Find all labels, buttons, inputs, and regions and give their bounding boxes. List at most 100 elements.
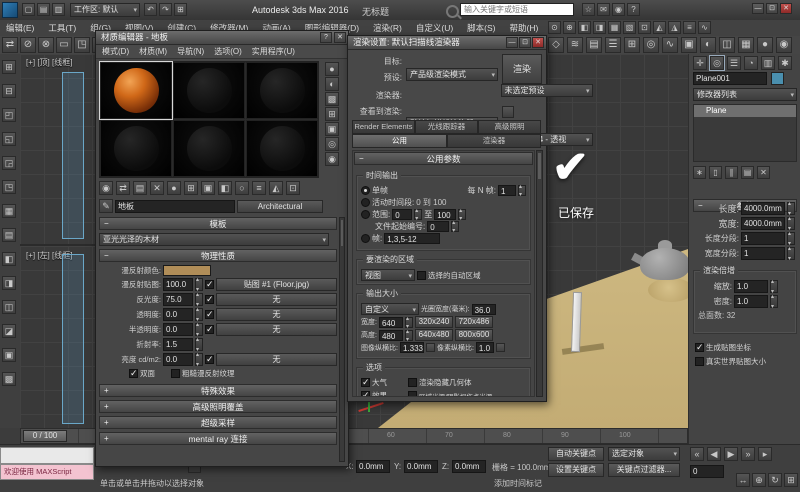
layout-tab-icon[interactable]: ◱ [2, 132, 16, 146]
single-frame-radio[interactable] [361, 186, 370, 195]
sample-type-icon[interactable]: ● [325, 62, 339, 76]
diffuse-map-spinner[interactable] [195, 278, 203, 291]
layout-tab-icon[interactable]: ◫ [2, 300, 16, 314]
density-spinner[interactable] [770, 295, 778, 308]
add-time-tag[interactable]: 添加时间标记 [494, 478, 542, 489]
image-aspect-lock-icon[interactable] [426, 343, 435, 352]
material-sample-slot[interactable] [173, 62, 245, 119]
maxscript-listener-white[interactable] [0, 447, 94, 464]
layout-tab-icon[interactable]: ▦ [2, 204, 16, 218]
minimize-dialog-icon[interactable] [506, 37, 518, 48]
z-coord-field[interactable]: 0.0mm [452, 460, 486, 473]
frames-field[interactable]: 1,3,5-12 [384, 233, 440, 244]
generate-uv-checkbox[interactable] [695, 343, 704, 352]
put-to-library-icon[interactable]: ⊞ [184, 181, 198, 195]
messages-icon[interactable]: ✉ [597, 3, 610, 16]
utilities-tab-icon[interactable]: ✱ [778, 56, 792, 70]
percent-snap-icon[interactable]: ◧ [578, 21, 591, 34]
length-segs-spinner[interactable] [787, 232, 795, 245]
display-tab-icon[interactable]: ▥ [761, 56, 775, 70]
angle-snap-icon[interactable]: ⊕ [563, 21, 576, 34]
menu-edit[interactable]: 编辑(E) [0, 20, 40, 36]
align-tool-icon[interactable]: ▤ [586, 37, 602, 53]
curve-editor-icon[interactable]: ∿ [698, 21, 711, 34]
menu-tools[interactable]: 工具(T) [42, 20, 82, 36]
x-coord-field[interactable]: 0.0mm [356, 460, 390, 473]
make-unique-material-icon[interactable]: ● [167, 181, 181, 195]
minimize-window-icon[interactable] [752, 3, 764, 14]
layout-tab-icon[interactable]: ⊟ [2, 84, 16, 98]
menu-navigation[interactable]: 导航(N) [173, 45, 208, 58]
tab-renderer[interactable]: 渲染器 [447, 134, 541, 148]
object-name-field[interactable]: Plane001 [693, 72, 767, 85]
render-setup-titlebar[interactable]: 渲染设置: 默认扫描线渲染器 [348, 36, 546, 50]
material-sample-slot[interactable] [246, 120, 318, 177]
pin-stack-icon[interactable]: ∗ [693, 166, 706, 179]
video-color-check-icon[interactable]: ▣ [325, 122, 339, 136]
show-end-result-icon[interactable]: ▯ [709, 166, 722, 179]
diffuse-map-checkbox[interactable] [205, 280, 214, 289]
width-spinner[interactable] [787, 217, 795, 230]
layout-tab-icon[interactable]: ◳ [2, 180, 16, 194]
render-setup-icon[interactable]: ◐ [700, 37, 716, 53]
menu-scripting[interactable]: 脚本(S) [461, 20, 501, 36]
output-height-spinner[interactable] [405, 330, 413, 341]
go-end-icon[interactable]: ▸ [758, 447, 772, 461]
object-color-swatch[interactable] [771, 72, 784, 85]
every-n-field[interactable]: 1 [498, 185, 516, 196]
output-width-field[interactable]: 640 [379, 317, 403, 328]
project-folder-icon[interactable]: ⊞ [174, 3, 187, 16]
translucency-map-button[interactable]: 无 [216, 323, 337, 336]
layout-tab-icon[interactable]: ▩ [2, 372, 16, 386]
range-from-field[interactable]: 0 [392, 209, 412, 220]
go-to-parent-icon[interactable]: ≡ [252, 181, 266, 195]
show-map-viewport-icon[interactable]: ◧ [218, 181, 232, 195]
aperture-field[interactable]: 36.0 [472, 304, 496, 315]
special-effects-rollout-header[interactable]: 特殊效果 [99, 384, 337, 397]
render-quick-icon[interactable]: ◉ [776, 37, 792, 53]
layout-tab-icon[interactable]: ▤ [2, 228, 16, 242]
modifier-stack[interactable]: Plane [693, 104, 797, 162]
shininess-field[interactable]: 75.0 [163, 293, 193, 306]
luminance-field[interactable]: 0.0 [163, 353, 193, 366]
configure-modifier-sets-icon[interactable]: ▤ [741, 166, 754, 179]
render-iterative-icon[interactable]: ● [757, 37, 773, 53]
menu-rendering[interactable]: 渲染(R) [367, 20, 408, 36]
go-start-icon[interactable]: « [690, 447, 704, 461]
prev-frame-icon[interactable]: ◀ [707, 447, 721, 461]
scene-explorer-icon[interactable]: ☰ [605, 37, 621, 53]
material-sample-slot[interactable] [100, 120, 172, 177]
diffuse-color-swatch[interactable] [163, 265, 211, 276]
make-unique-icon[interactable]: ∥ [725, 166, 738, 179]
rendered-frame-icon[interactable]: ◫ [719, 37, 735, 53]
output-height-field[interactable]: 480 [379, 330, 403, 341]
translucency-field[interactable]: 0.0 [163, 323, 193, 336]
image-aspect-field[interactable]: 1.333 [400, 342, 424, 353]
render-setup-scrollbar[interactable] [536, 150, 543, 397]
open-file-icon[interactable]: ▤ [37, 3, 50, 16]
range-to-spinner[interactable] [458, 209, 466, 220]
auto-region-checkbox[interactable] [417, 271, 426, 280]
preset-640x480-button[interactable]: 640x480 [415, 329, 453, 341]
unlink-icon[interactable]: ⊘ [20, 37, 36, 53]
go-forward-sibling-icon[interactable]: ◭ [269, 181, 283, 195]
translucency-spinner[interactable] [195, 323, 203, 336]
preset-320x240-button[interactable]: 320x240 [415, 316, 453, 328]
luminance-checkbox[interactable] [205, 355, 214, 364]
two-sided-checkbox[interactable] [129, 369, 138, 378]
selection-set-dropdown[interactable]: 选定对象 [608, 447, 680, 461]
layout-tab-icon[interactable]: ⊞ [2, 60, 16, 74]
current-frame-field[interactable]: 0 [690, 465, 724, 478]
scale-field[interactable]: 1.0 [734, 280, 768, 293]
render-production-icon[interactable]: ▦ [738, 37, 754, 53]
plane-object-topview[interactable] [62, 72, 84, 239]
transparency-checkbox[interactable] [205, 310, 214, 319]
material-editor-icon[interactable]: ◎ [643, 37, 659, 53]
key-filters-button[interactable]: 关键点过滤器... [608, 463, 680, 477]
background-icon[interactable]: ▩ [325, 92, 339, 106]
tab-raytracer[interactable]: 光线跟踪器 [415, 120, 478, 134]
save-file-icon[interactable]: ▥ [52, 3, 65, 16]
length-spinner[interactable] [787, 202, 795, 215]
material-type-button[interactable]: Architectural [237, 200, 323, 213]
menu-help[interactable]: 帮助(H) [504, 20, 545, 36]
